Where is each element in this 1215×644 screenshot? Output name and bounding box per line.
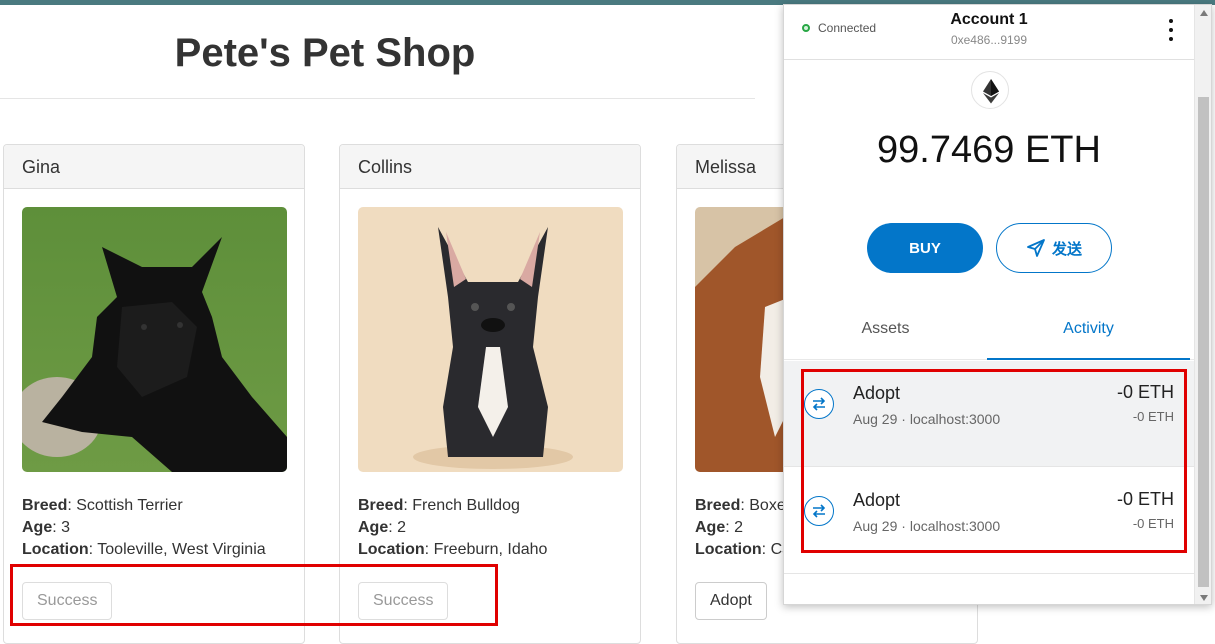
transaction-meta: Aug 29 · localhost:3000 — [853, 411, 1001, 427]
eth-balance: 99.7469 ETH — [877, 129, 1101, 171]
swap-arrows-icon — [804, 496, 834, 526]
send-arrow-icon — [1027, 239, 1045, 257]
title-divider — [0, 98, 755, 99]
wallet-tabs: Assets Activity — [784, 308, 1194, 360]
scrollbar-thumb[interactable] — [1198, 97, 1209, 587]
location-label: Location — [358, 541, 425, 558]
breed-label: Breed — [22, 497, 68, 514]
breed-label: Breed — [358, 497, 404, 514]
breed-value: : French Bulldog — [403, 497, 520, 514]
transaction-item[interactable]: Adopt Aug 29 · localhost:3000 -0 ETH -0 … — [784, 361, 1194, 467]
transaction-date: Aug 29 — [853, 411, 898, 427]
page-title: Pete's Pet Shop — [174, 31, 476, 75]
location-label: Location — [695, 541, 762, 558]
transaction-origin: localhost:3000 — [909, 518, 1001, 534]
wallet-popup: Connected Account 1 0xe486...9199 99.746… — [783, 4, 1212, 605]
location-value: : Freeburn, Idaho — [424, 541, 548, 558]
scroll-down-icon[interactable] — [1195, 590, 1211, 604]
transaction-amount: -0 ETH — [1116, 382, 1174, 402]
adopt-button-gina[interactable]: Success — [22, 582, 113, 620]
account-name[interactable]: Account 1 — [914, 11, 1064, 29]
age-value: : 3 — [52, 519, 71, 536]
account-address[interactable]: 0xe486...9199 — [914, 33, 1064, 47]
age-label: Age — [22, 519, 53, 536]
age-value: : 2 — [725, 519, 744, 536]
pet-details: Breed: Boxe Age: 2 Location: Ca — [695, 495, 791, 561]
transaction-origin: localhost:3000 — [909, 411, 1001, 427]
account-options-icon[interactable] — [1168, 19, 1174, 41]
transaction-title: Adopt — [853, 383, 901, 403]
pet-card-gina: Gina Breed: Scottish Terrier Age: 3 Loca… — [3, 144, 305, 644]
connection-status[interactable]: Connected — [802, 21, 876, 35]
transaction-amount-secondary: -0 ETH — [1132, 516, 1174, 531]
transaction-date: Aug 29 — [853, 518, 898, 534]
connected-dot-icon — [802, 24, 810, 32]
tab-assets[interactable]: Assets — [784, 308, 987, 360]
transaction-title: Adopt — [853, 490, 901, 510]
adopt-button-melissa[interactable]: Adopt — [695, 582, 767, 620]
age-value: : 2 — [388, 519, 407, 536]
buy-button-label: BUY — [909, 239, 941, 257]
wallet-header: Connected Account 1 0xe486...9199 — [784, 5, 1194, 60]
wallet-scrollbar[interactable] — [1194, 5, 1211, 604]
adopt-button-collins[interactable]: Success — [358, 582, 449, 620]
scroll-up-icon[interactable] — [1195, 5, 1211, 21]
pet-photo — [358, 207, 623, 472]
transaction-item[interactable]: Adopt Aug 29 · localhost:3000 -0 ETH -0 … — [784, 468, 1194, 574]
location-value: : Tooleville, West Virginia — [88, 541, 266, 558]
age-label: Age — [358, 519, 389, 536]
transaction-amount: -0 ETH — [1116, 489, 1174, 509]
pet-details: Breed: Scottish Terrier Age: 3 Location:… — [22, 495, 266, 561]
pet-details: Breed: French Bulldog Age: 2 Location: F… — [358, 495, 547, 561]
pet-photo — [22, 207, 287, 472]
breed-value: : Boxe — [740, 497, 786, 514]
breed-value: : Scottish Terrier — [67, 497, 183, 514]
send-button-label: 发送 — [1051, 240, 1082, 258]
swap-arrows-icon — [804, 389, 834, 419]
buy-button[interactable]: BUY — [867, 223, 983, 273]
breed-label: Breed — [695, 497, 741, 514]
transaction-amount-secondary: -0 ETH — [1132, 409, 1174, 424]
connection-status-label: Connected — [818, 21, 877, 35]
pet-card-collins: Collins Breed: French Bulldog Age: 2 Loc… — [339, 144, 641, 644]
pet-name: Gina — [4, 145, 304, 189]
send-button[interactable]: 发送 — [996, 223, 1112, 273]
tab-activity[interactable]: Activity — [987, 308, 1190, 360]
age-label: Age — [695, 519, 726, 536]
location-label: Location — [22, 541, 89, 558]
pet-name: Collins — [340, 145, 640, 189]
ethereum-logo-icon — [971, 71, 1009, 109]
transaction-meta: Aug 29 · localhost:3000 — [853, 518, 1001, 534]
